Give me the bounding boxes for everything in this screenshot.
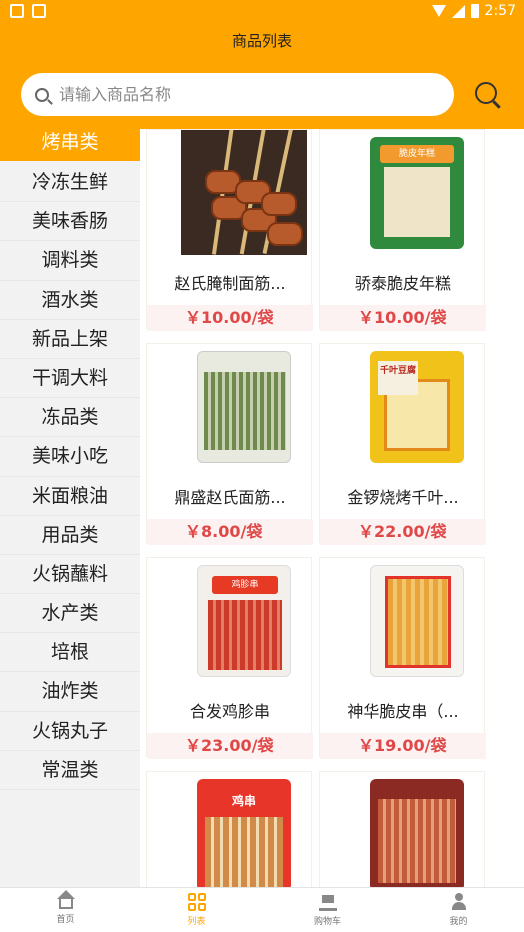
search-area [0,58,524,129]
tab-label: 列表 [187,917,206,927]
product-grid: 赵氏腌制面筋... ￥10.00/袋 脆皮年糕 骄泰脆皮年糕 ￥10.00/袋 … [140,129,524,887]
product-name: 神华脆皮串（... [347,702,459,721]
tab-label: 我的 [449,917,468,927]
image-notification-icon [32,4,46,18]
product-name: 鼎盛赵氏面筋... [174,488,286,507]
bottom-tabbar: 首页 列表 购物车 我的 [0,887,524,932]
product-name: 骄泰脆皮年糕 [354,274,451,293]
category-item[interactable]: 新品上架 [0,320,140,359]
category-item[interactable]: 冷冻生鲜 [0,163,140,203]
product-price: ￥10.00/袋 [147,305,313,331]
category-item[interactable]: 冻品类 [0,398,140,438]
notification-icon [10,4,24,18]
category-item[interactable]: 用品类 [0,516,140,555]
product-card[interactable]: 鸡串 [146,771,312,887]
bag-label: 脆皮年糕 [380,144,454,163]
category-item[interactable]: 油炸类 [0,672,140,712]
product-image: 鸡胗串 [181,558,307,683]
product-card[interactable]: 脆皮年糕 骄泰脆皮年糕 ￥10.00/袋 [319,129,486,331]
category-item-active[interactable]: 烤串类 [0,129,140,161]
search-button[interactable] [474,82,502,110]
product-image [354,558,480,683]
grid-icon [187,893,206,911]
product-card[interactable]: 赵氏腌制面筋... ￥10.00/袋 [146,129,313,331]
product-image: 脆皮年糕 [354,130,480,255]
product-card[interactable]: 神华脆皮串（... ￥19.00/袋 [319,557,486,759]
product-image [354,772,480,887]
category-item[interactable]: 干调大料 [0,359,140,399]
tab-label: 购物车 [313,917,341,927]
bag-label: 鸡串 [231,793,256,808]
bag-label: 鸡胗串 [212,575,278,594]
user-icon [450,893,468,911]
product-image: 鸡串 [181,772,307,887]
product-name: 金锣烧烤千叶... [347,488,459,507]
product-name: 合发鸡胗串 [189,702,270,721]
category-item[interactable]: 酒水类 [0,281,140,320]
product-price: ￥19.00/袋 [320,733,486,759]
home-icon [56,890,75,909]
status-time: 2:57 [484,3,516,19]
tab-label: 首页 [56,915,75,925]
tab-list[interactable]: 列表 [131,888,262,932]
product-card[interactable]: 鼎盛赵氏面筋... ￥8.00/袋 [146,343,313,545]
product-price: ￥22.00/袋 [320,519,486,545]
product-price: ￥10.00/袋 [320,305,486,331]
product-image [181,130,307,255]
tab-home[interactable]: 首页 [0,888,131,932]
category-item[interactable]: 调料类 [0,241,140,281]
bag-label: 千叶豆腐 [378,360,418,395]
search-icon [35,87,49,102]
wifi-icon [431,5,446,17]
product-card[interactable]: 千叶豆腐 金锣烧烤千叶... ￥22.00/袋 [319,343,486,545]
category-sidebar: 烤串类 冷冻生鲜 美味香肠 调料类 酒水类 新品上架 干调大料 冻品类 美味小吃… [0,129,140,887]
search-box[interactable] [21,73,454,116]
tab-cart[interactable]: 购物车 [262,888,393,932]
product-price: ￥23.00/袋 [147,733,313,759]
product-name: 赵氏腌制面筋... [174,274,286,293]
signal-icon [451,4,465,18]
search-input[interactable] [59,85,419,104]
product-card[interactable] [319,771,485,887]
product-image [181,344,307,469]
category-item[interactable]: 火锅丸子 [0,712,140,751]
product-card[interactable]: 鸡胗串 合发鸡胗串 ￥23.00/袋 [146,557,313,759]
category-item[interactable]: 常温类 [0,751,140,790]
category-item[interactable]: 美味香肠 [0,202,140,242]
cart-icon [318,893,337,911]
category-item[interactable]: 米面粮油 [0,477,140,516]
category-item[interactable]: 水产类 [0,594,140,634]
battery-icon [470,4,479,18]
page-title: 商品列表 [0,24,524,58]
tab-profile[interactable]: 我的 [393,888,524,932]
product-price: ￥8.00/袋 [147,519,313,545]
product-image: 千叶豆腐 [354,344,480,469]
status-bar: 2:57 [0,0,524,24]
category-item[interactable]: 火锅蘸料 [0,555,140,595]
category-item[interactable]: 美味小吃 [0,437,140,477]
category-item[interactable]: 培根 [0,633,140,673]
